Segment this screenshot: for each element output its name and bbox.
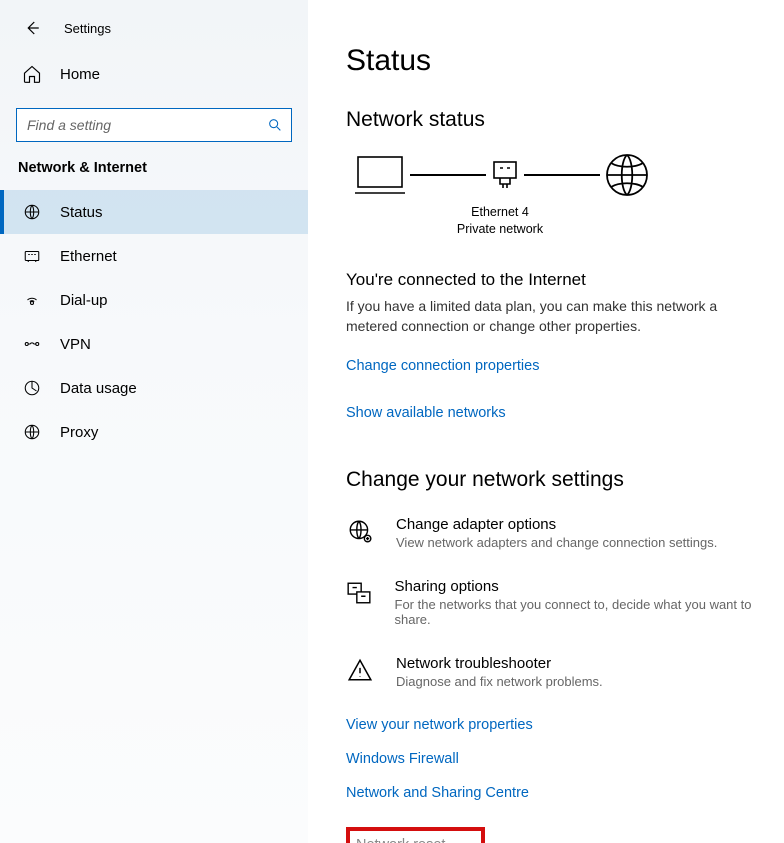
sidebar-item-datausage[interactable]: Data usage	[0, 366, 308, 410]
option-title: Change adapter options	[396, 516, 717, 533]
datausage-icon	[22, 378, 42, 398]
back-button[interactable]	[22, 18, 42, 38]
option-change-adapter[interactable]: Change adapter options View network adap…	[346, 516, 770, 550]
network-status-heading: Network status	[346, 108, 770, 132]
home-label: Home	[60, 66, 100, 83]
sidebar-item-label: Proxy	[60, 424, 98, 441]
status-icon	[22, 202, 42, 222]
sidebar-item-label: Data usage	[60, 380, 137, 397]
sidebar-item-label: Dial-up	[60, 292, 108, 309]
connector-line	[524, 174, 600, 176]
sidebar-item-ethernet[interactable]: Ethernet	[0, 234, 308, 278]
sidebar-item-status[interactable]: Status	[0, 190, 308, 234]
sidebar-item-proxy[interactable]: Proxy	[0, 410, 308, 454]
status-caption: Ethernet 4 Private network	[346, 204, 646, 238]
sidebar-item-label: Ethernet	[60, 248, 117, 265]
status-graphic	[346, 152, 770, 198]
link-show-available-networks[interactable]: Show available networks	[346, 405, 506, 421]
link-network-sharing-centre[interactable]: Network and Sharing Centre	[346, 785, 770, 801]
network-profile: Private network	[354, 221, 646, 238]
computer-icon	[354, 153, 406, 197]
search-icon	[267, 117, 283, 133]
app-title: Settings	[64, 21, 111, 36]
link-network-reset[interactable]: Network reset	[346, 827, 485, 843]
connected-description: If you have a limited data plan, you can…	[346, 296, 726, 337]
adapter-options-icon	[346, 516, 374, 544]
home-icon	[22, 64, 42, 84]
proxy-icon	[22, 422, 42, 442]
link-windows-firewall[interactable]: Windows Firewall	[346, 751, 770, 767]
link-change-connection-properties[interactable]: Change connection properties	[346, 358, 539, 374]
option-desc: View network adapters and change connect…	[396, 535, 717, 550]
ethernet-icon	[22, 246, 42, 266]
sidebar-item-dialup[interactable]: Dial-up	[0, 278, 308, 322]
sharing-icon	[346, 578, 373, 606]
page-title: Status	[346, 44, 770, 78]
sidebar-item-label: Status	[60, 204, 103, 221]
option-desc: Diagnose and fix network problems.	[396, 674, 603, 689]
globe-icon	[604, 152, 650, 198]
link-view-network-properties[interactable]: View your network properties	[346, 717, 770, 733]
troubleshooter-icon	[346, 655, 374, 683]
option-title: Network troubleshooter	[396, 655, 603, 672]
home-nav[interactable]: Home	[0, 44, 308, 100]
search-field[interactable]	[16, 108, 292, 142]
option-sharing[interactable]: Sharing options For the networks that yo…	[346, 578, 770, 627]
sidebar-item-vpn[interactable]: VPN	[0, 322, 308, 366]
change-settings-heading: Change your network settings	[346, 468, 770, 492]
option-troubleshooter[interactable]: Network troubleshooter Diagnose and fix …	[346, 655, 770, 689]
option-desc: For the networks that you connect to, de…	[395, 597, 771, 627]
connected-heading: You're connected to the Internet	[346, 270, 770, 290]
vpn-icon	[22, 334, 42, 354]
sidebar-item-label: VPN	[60, 336, 91, 353]
adapter-name: Ethernet 4	[354, 204, 646, 221]
search-input[interactable]	[27, 117, 267, 133]
connector-line	[410, 174, 486, 176]
dialup-icon	[22, 290, 42, 310]
option-title: Sharing options	[395, 578, 771, 595]
sidebar-category: Network & Internet	[0, 160, 308, 190]
adapter-icon	[490, 160, 520, 190]
